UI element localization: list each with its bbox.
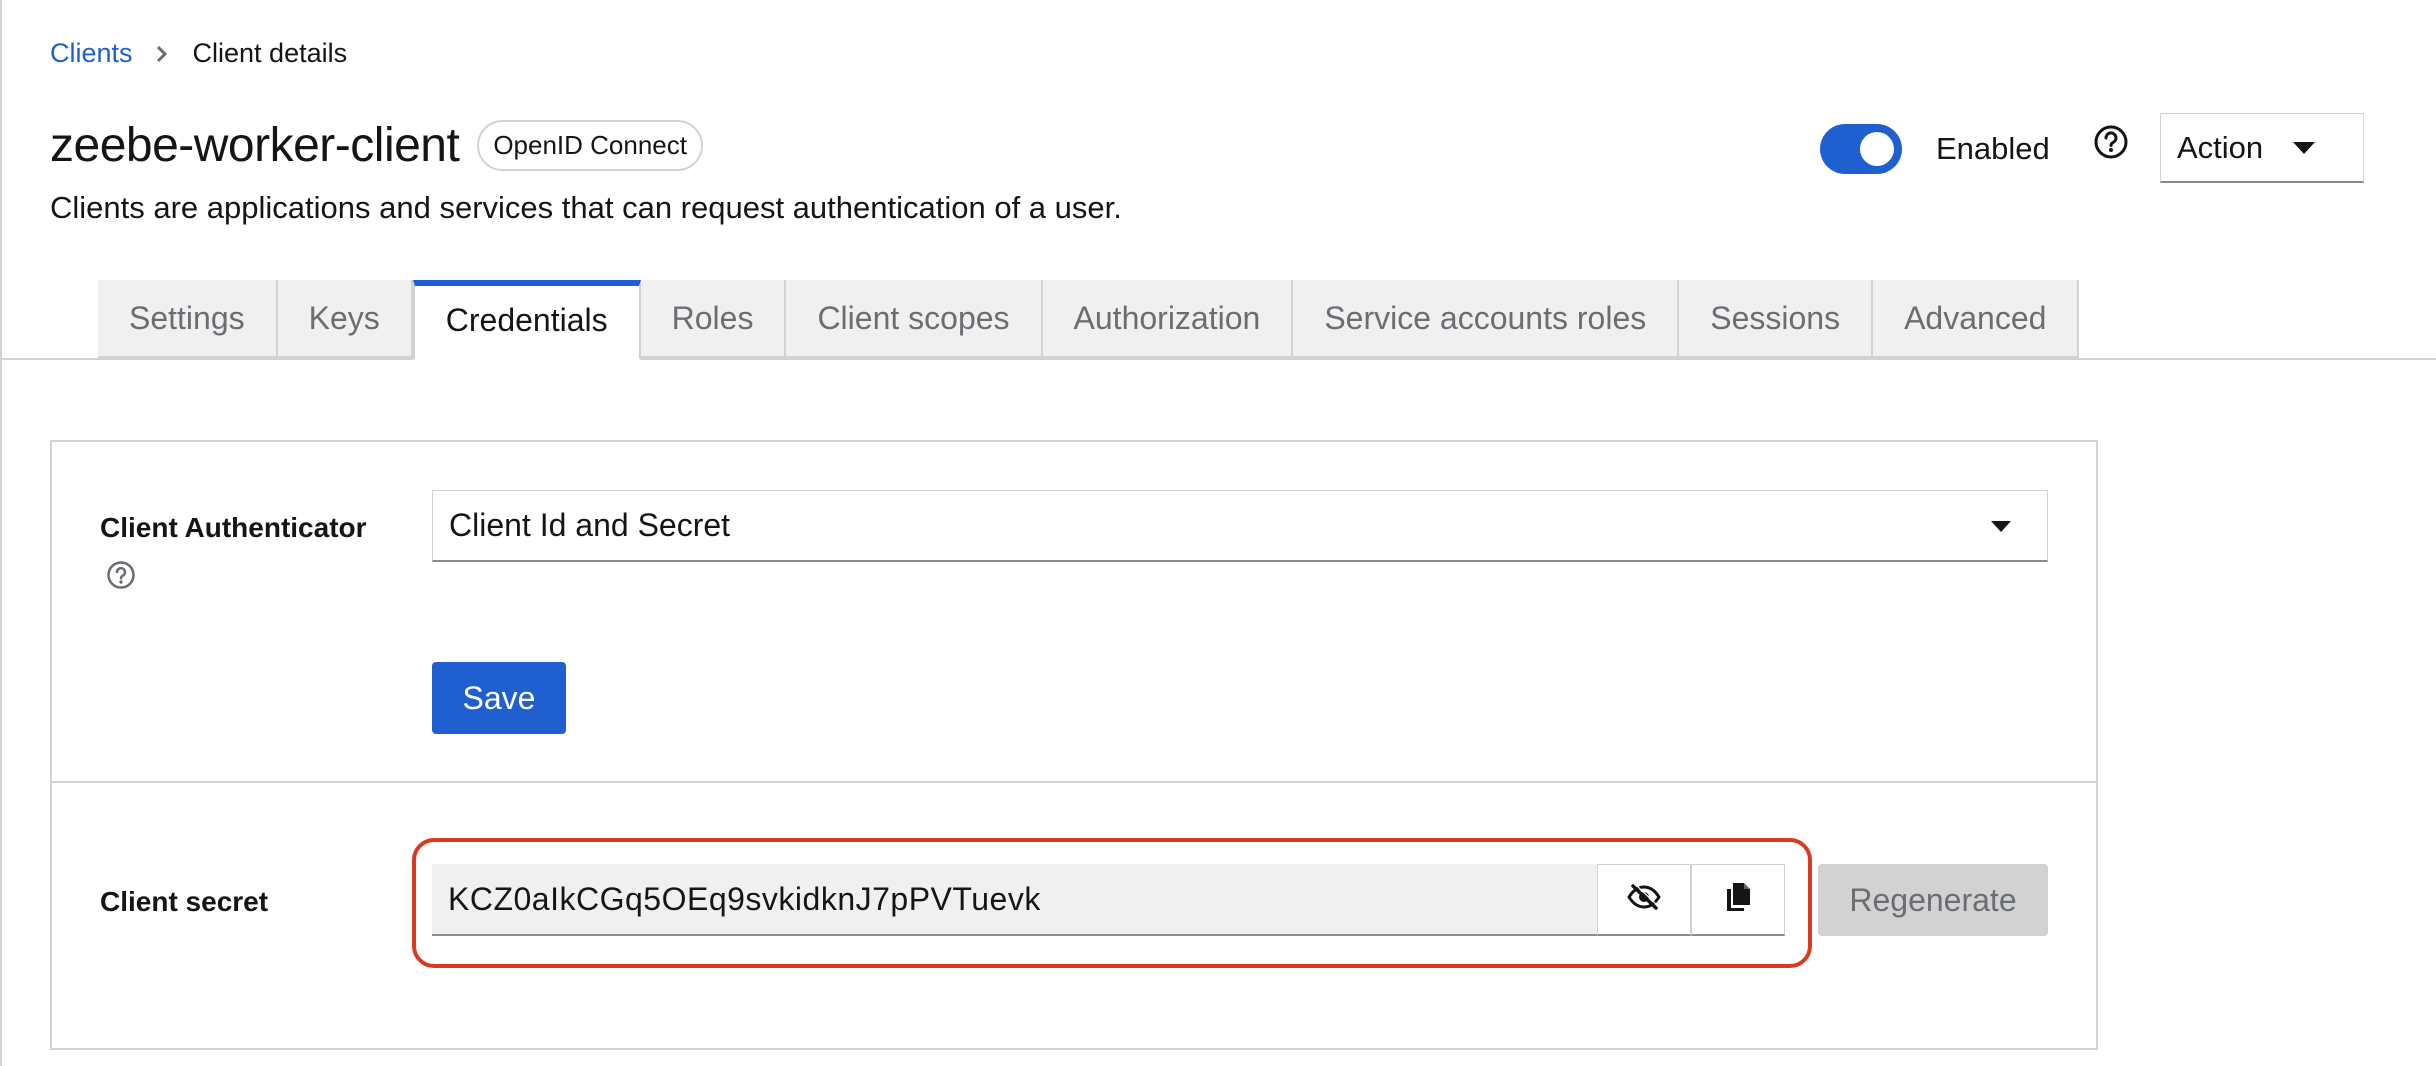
tab-service-accounts-roles[interactable]: Service accounts roles <box>1293 280 1680 358</box>
title-row: zeebe-worker-client OpenID Connect <box>50 118 703 173</box>
tab-advanced[interactable]: Advanced <box>1873 280 2080 358</box>
card-divider <box>52 781 2096 783</box>
client-secret-label: Client secret <box>100 886 269 917</box>
breadcrumb: Clients Client details <box>50 38 347 69</box>
tab-settings[interactable]: Settings <box>98 280 278 358</box>
help-icon[interactable] <box>2093 124 2129 160</box>
client-authenticator-value: Client Id and Secret <box>449 507 731 543</box>
page-description: Clients are applications and services th… <box>50 190 1122 225</box>
client-authenticator-label: Client Authenticator <box>100 512 367 543</box>
secret-highlight-box <box>412 838 1812 968</box>
help-icon[interactable] <box>106 560 136 590</box>
enabled-label: Enabled <box>1936 131 2050 166</box>
tab-authorization[interactable]: Authorization <box>1042 280 1294 358</box>
tab-client-scopes[interactable]: Client scopes <box>786 280 1043 358</box>
toggle-knob <box>1860 132 1894 166</box>
protocol-badge: OpenID Connect <box>477 120 703 171</box>
tab-keys[interactable]: Keys <box>277 280 413 358</box>
caret-down-icon <box>1991 521 2011 532</box>
action-dropdown[interactable]: Action <box>2160 113 2364 183</box>
tab-bar: Settings Keys Credentials Roles Client s… <box>98 280 2080 360</box>
tab-credentials[interactable]: Credentials <box>412 280 641 360</box>
chevron-right-icon <box>155 44 169 64</box>
enabled-toggle[interactable] <box>1820 124 1902 174</box>
left-border <box>0 0 2 1066</box>
save-button[interactable]: Save <box>432 662 566 734</box>
tab-sessions[interactable]: Sessions <box>1679 280 1874 358</box>
caret-down-icon <box>2293 141 2316 154</box>
page-title: zeebe-worker-client <box>50 119 460 172</box>
client-authenticator-select[interactable]: Client Id and Secret <box>432 490 2048 562</box>
enabled-toggle-group: Enabled <box>1820 124 2050 174</box>
action-label: Action <box>2177 129 2264 165</box>
regenerate-button: Regenerate <box>1818 864 2048 936</box>
tab-roles[interactable]: Roles <box>640 280 787 358</box>
breadcrumb-current: Client details <box>192 38 348 68</box>
breadcrumb-clients-link[interactable]: Clients <box>50 38 133 69</box>
